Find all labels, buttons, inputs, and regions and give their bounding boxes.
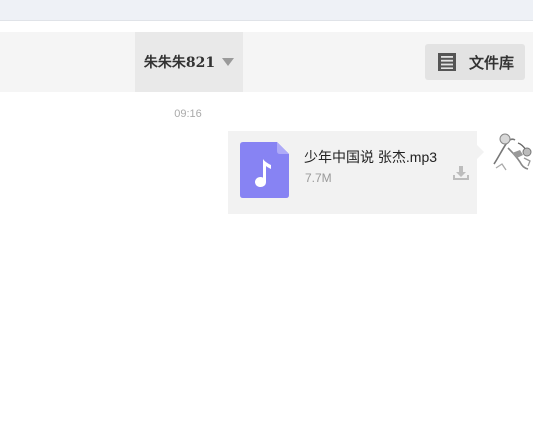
download-icon[interactable] bbox=[452, 164, 470, 182]
contact-dropdown[interactable]: 朱朱朱821 bbox=[135, 32, 243, 92]
contact-name: 朱朱朱821 bbox=[143, 55, 216, 71]
caret-down-icon bbox=[222, 58, 235, 66]
file-library-icon bbox=[438, 53, 456, 71]
file-library-button[interactable]: 文件库 bbox=[425, 44, 525, 80]
file-name: 少年中国说 张杰.mp3 bbox=[304, 149, 438, 165]
music-note-icon bbox=[240, 142, 289, 198]
message-timestamp: 09:16 bbox=[174, 108, 202, 120]
file-message-bubble[interactable]: 少年中国说 张杰.mp3 7.7M bbox=[228, 131, 484, 214]
chat-toolbar: 朱朱朱821 文件库 bbox=[0, 32, 533, 92]
avatar[interactable] bbox=[490, 128, 533, 172]
file-size: 7.7M bbox=[305, 171, 332, 185]
top-strip bbox=[0, 0, 533, 21]
file-library-label: 文件库 bbox=[469, 54, 515, 72]
